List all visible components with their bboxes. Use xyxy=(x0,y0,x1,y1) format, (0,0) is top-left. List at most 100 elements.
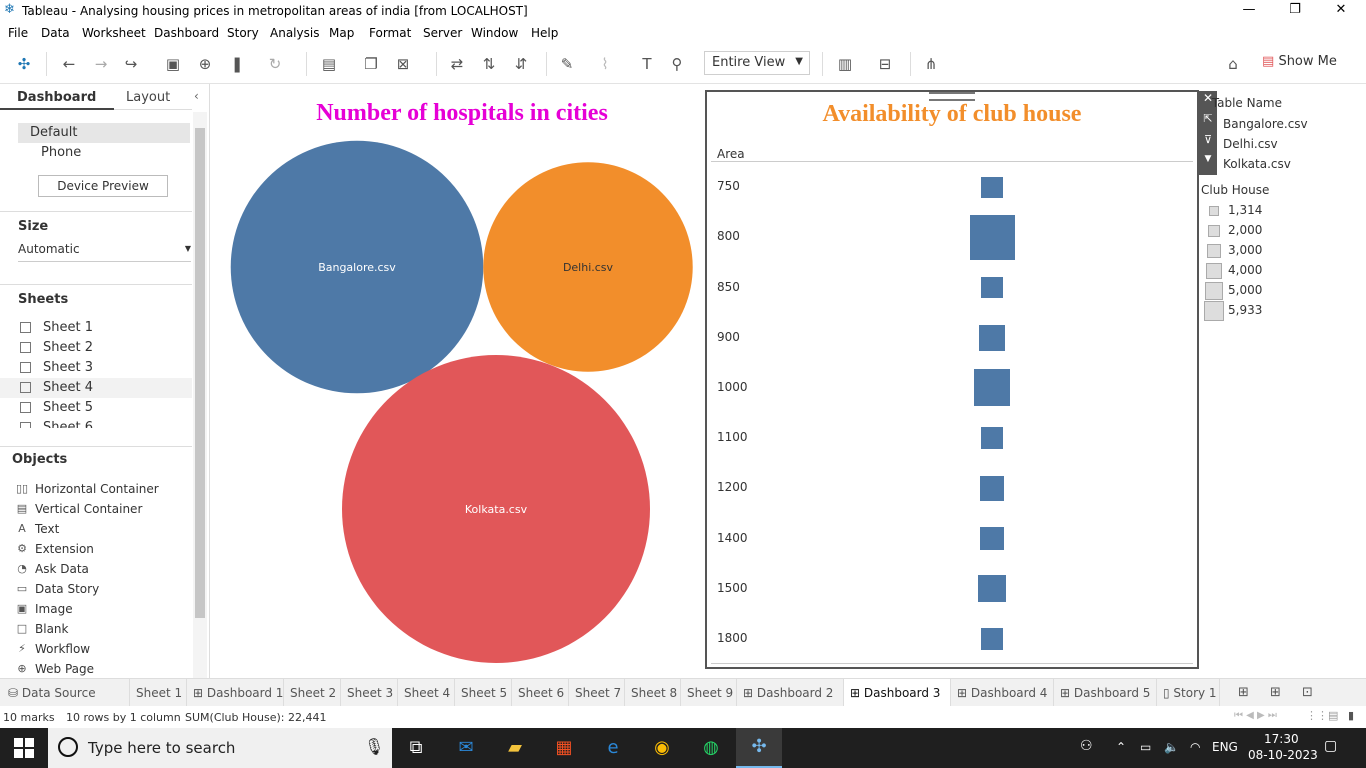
refresh-icon[interactable]: ↻ xyxy=(264,54,286,74)
edge-icon[interactable]: e xyxy=(599,736,627,760)
tab-layout[interactable]: Layout xyxy=(114,84,192,110)
menu-file[interactable]: File xyxy=(8,26,28,40)
tab-dashboard[interactable]: Dashboard xyxy=(0,84,114,110)
microphone-icon[interactable]: 🎙 xyxy=(364,737,384,756)
legend-item[interactable]: 5,933 xyxy=(1228,303,1262,317)
undo-icon[interactable]: ← xyxy=(58,54,80,74)
object-data-story[interactable]: ▭ Data Story xyxy=(0,579,180,599)
film-view-icon[interactable]: ▮ xyxy=(1348,709,1354,722)
sheet-item[interactable]: Sheet 2 xyxy=(0,338,192,358)
people-icon[interactable]: ⚇ xyxy=(1080,738,1093,754)
format-painter-icon[interactable]: ⌂ xyxy=(1222,54,1244,74)
show-me-button[interactable]: ▤ Show Me xyxy=(1262,54,1337,74)
menu-help[interactable]: Help xyxy=(531,26,558,40)
sheet-tab[interactable]: ⊞ Dashboard 4 xyxy=(951,679,1054,707)
drag-handle[interactable] xyxy=(929,92,975,101)
object-ask-data[interactable]: ◔ Ask Data xyxy=(0,559,180,579)
menu-window[interactable]: Window xyxy=(471,26,518,40)
menu-worksheet[interactable]: Worksheet xyxy=(82,26,146,40)
sheet-item[interactable]: Sheet 5 xyxy=(0,398,192,418)
clubhouse-square-mark[interactable] xyxy=(980,627,1004,651)
chrome-icon[interactable]: ◉ xyxy=(648,736,676,760)
pause-icon[interactable]: ❚ xyxy=(226,54,248,74)
clubhouse-sheet[interactable]: Availability of club house Area 750 800 85… xyxy=(705,90,1199,669)
object-workflow[interactable]: ⚡ Workflow xyxy=(0,639,180,659)
sheet-tab[interactable]: Sheet 9 xyxy=(681,679,737,707)
new-datasource-icon[interactable]: ⊕ xyxy=(194,54,216,74)
share-icon[interactable]: ⋔ xyxy=(920,54,942,74)
collapse-pane-icon[interactable]: ‹ xyxy=(194,89,199,103)
sheet-tab[interactable]: ⊞ Dashboard 3 xyxy=(844,679,951,707)
device-default[interactable]: Default xyxy=(18,123,190,143)
clubhouse-square-mark[interactable] xyxy=(978,574,1006,603)
object-image[interactable]: ▣ Image xyxy=(0,599,180,619)
menu-analysis[interactable]: Analysis xyxy=(270,26,319,40)
menu-story[interactable]: Story xyxy=(227,26,259,40)
sort-asc-icon[interactable]: ⇅ xyxy=(478,54,500,74)
clubhouse-square-mark[interactable] xyxy=(969,214,1015,260)
sort-desc-icon[interactable]: ⇵ xyxy=(510,54,532,74)
sheet-tab[interactable]: ⊞ Dashboard 1 xyxy=(187,679,284,707)
object-horizontal-container[interactable]: ▯▯ Horizontal Container xyxy=(0,479,180,499)
menu-data[interactable]: Data xyxy=(41,26,70,40)
sheet-item[interactable]: Sheet 6 xyxy=(0,418,192,428)
redo-icon[interactable]: → xyxy=(90,54,112,74)
battery-icon[interactable]: ▭ xyxy=(1140,740,1151,754)
scrollbar-thumb[interactable] xyxy=(195,128,205,618)
device-phone[interactable]: Phone xyxy=(41,145,81,160)
clubhouse-square-mark[interactable] xyxy=(980,526,1004,551)
fit-view-select[interactable]: Entire View ▼ xyxy=(704,51,810,75)
minimize-button[interactable]: — xyxy=(1226,2,1272,20)
wifi-icon[interactable]: ◠ xyxy=(1190,740,1200,754)
menu-server[interactable]: Server xyxy=(423,26,462,40)
legend-item[interactable]: 2,000 xyxy=(1228,223,1262,237)
replay-icon[interactable]: ↪ xyxy=(120,54,142,74)
close-button[interactable]: ✕ xyxy=(1318,2,1364,20)
taskbar-search[interactable]: Type here to search 🎙 xyxy=(48,728,392,768)
legend-item[interactable]: Bangalore.csv xyxy=(1223,117,1308,131)
menu-dashboard[interactable]: Dashboard xyxy=(154,26,219,40)
object-blank[interactable]: □ Blank xyxy=(0,619,180,639)
mail-icon[interactable]: ✉ xyxy=(452,736,480,760)
swap-icon[interactable]: ⇄ xyxy=(446,54,468,74)
object-extension[interactable]: ⚙ Extension xyxy=(0,539,180,559)
save-icon[interactable]: ▣ xyxy=(162,54,184,74)
clubhouse-square-mark[interactable] xyxy=(980,426,1004,450)
grid-view-icon[interactable]: ⋮⋮ xyxy=(1306,709,1328,722)
tableau-logo-icon[interactable]: ✣ xyxy=(13,54,35,74)
clubhouse-square-mark[interactable] xyxy=(979,475,1005,501)
sheet-tab[interactable]: Sheet 5 xyxy=(455,679,512,707)
clubhouse-square-mark[interactable] xyxy=(973,369,1011,407)
windows-start-icon[interactable] xyxy=(14,738,34,758)
store-icon[interactable]: ▦ xyxy=(550,736,578,760)
clear-icon[interactable]: ⊠ xyxy=(392,54,414,74)
menu-map[interactable]: Map xyxy=(329,26,354,40)
task-view-icon[interactable]: ⧉ xyxy=(402,736,430,760)
chevron-up-icon[interactable]: ⌃ xyxy=(1116,740,1126,754)
sheet-item[interactable]: Sheet 1 xyxy=(0,318,192,338)
new-story-icon[interactable]: ⊡ xyxy=(1302,685,1313,700)
language-indicator[interactable]: ENG xyxy=(1212,740,1238,754)
legend-item[interactable]: 1,314 xyxy=(1228,203,1262,217)
chart-icon[interactable]: ▥ xyxy=(834,54,856,74)
menu-format[interactable]: Format xyxy=(369,26,411,40)
sheet-tab[interactable]: ▯ Story 1 xyxy=(1157,679,1220,707)
sheet-tab[interactable]: ⊞ Dashboard 2 xyxy=(737,679,844,707)
sheet-tab[interactable]: Sheet 4 xyxy=(398,679,455,707)
volume-icon[interactable]: 🔈 xyxy=(1164,740,1179,754)
list-view-icon[interactable]: ▤ xyxy=(1328,709,1338,722)
sheet-tab[interactable]: Sheet 2 xyxy=(284,679,341,707)
object-text[interactable]: A Text xyxy=(0,519,180,539)
attach-icon[interactable]: ⌇ xyxy=(594,54,616,74)
notification-icon[interactable]: ▢ xyxy=(1324,738,1337,754)
new-dashboard-icon[interactable]: ⊞ xyxy=(1270,685,1281,700)
pin-icon[interactable]: ⚲ xyxy=(666,54,688,74)
tableau-taskbar-icon[interactable]: ✣ xyxy=(736,728,782,768)
clock-time[interactable]: 17:30 xyxy=(1264,732,1299,746)
present-icon[interactable]: ⊟ xyxy=(874,54,896,74)
tab-data-source[interactable]: ⛁ Data Source xyxy=(0,679,130,707)
clubhouse-square-mark[interactable] xyxy=(981,276,1003,299)
sheet-item[interactable]: Sheet 3 xyxy=(0,358,192,378)
object-web-page[interactable]: ⊕ Web Page xyxy=(0,659,180,679)
highlight-icon[interactable]: ✎ xyxy=(556,54,578,74)
